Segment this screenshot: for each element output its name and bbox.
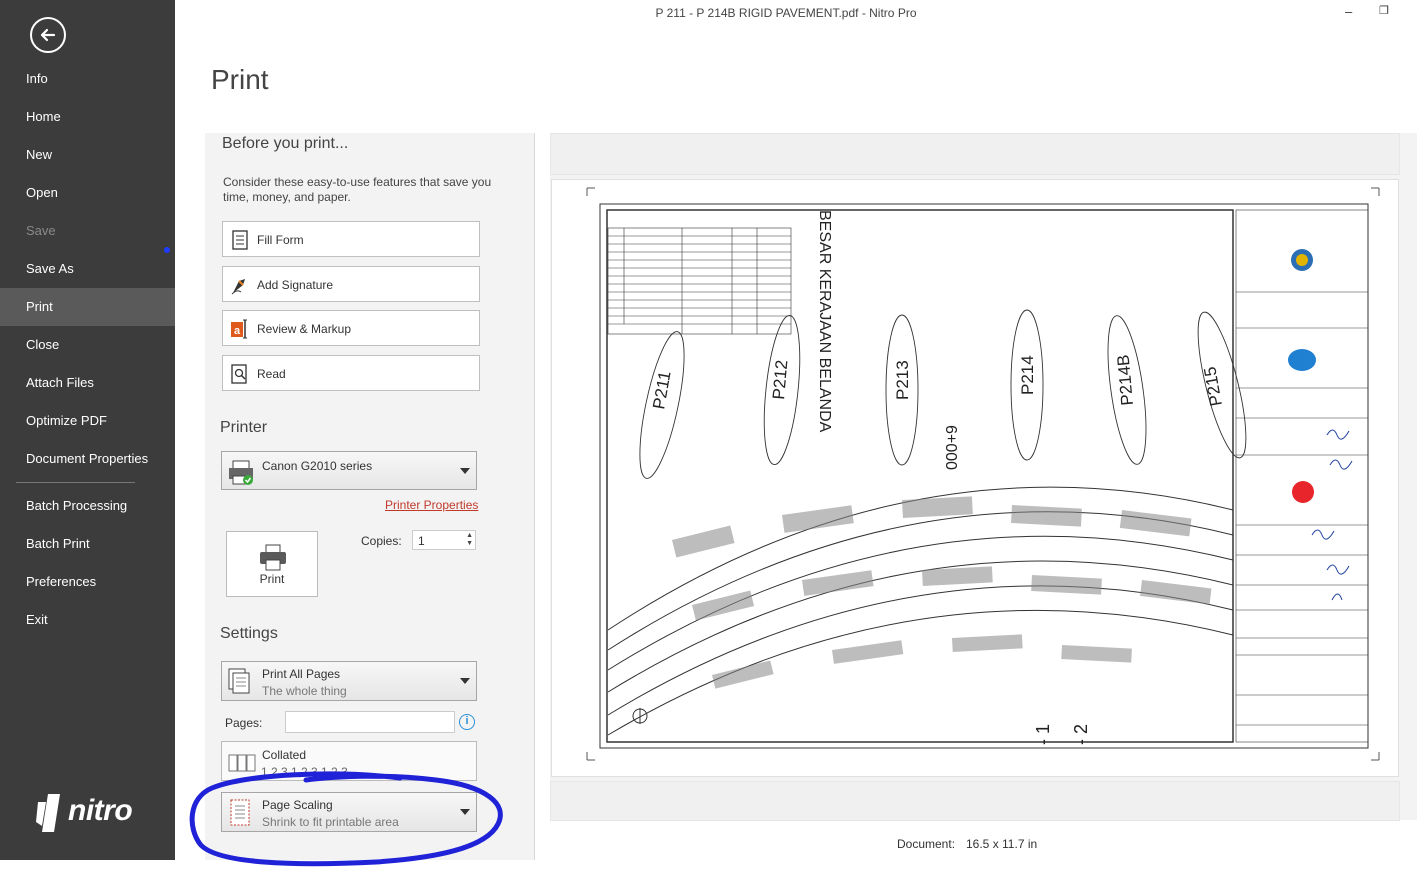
svg-text:P212: P212 [769,359,791,400]
print-button-label: Print [259,572,285,586]
page-title: Print [211,64,269,95]
menu-item-batch-print[interactable]: Batch Print [0,525,175,563]
svg-text:P214: P214 [1018,355,1037,395]
svg-text:BESAR KERAJAAN BELANDA: BESAR KERAJAAN BELANDA [816,210,833,433]
printer-select[interactable]: Canon G2010 series [221,451,477,490]
page-scaling-subtitle: Shrink to fit printable area [262,815,399,829]
preview-page[interactable]: P211 P212 P213 P214 P214B P215 BESAR KER… [551,179,1399,777]
menu-item-preferences[interactable]: Preferences [0,563,175,601]
menu-item-batch-processing[interactable]: Batch Processing [0,487,175,525]
print-preview-pane: P211 P212 P213 P214 P214B P215 BESAR KER… [550,133,1417,821]
printer-name: Canon G2010 series [262,459,373,473]
svg-text:P213: P213 [893,360,912,400]
minimize-button[interactable]: – [1345,4,1352,19]
chevron-down-icon [460,678,470,684]
menu-item-attach-files[interactable]: Attach Files [0,364,175,402]
menu-item-document-properties[interactable]: Document Properties [0,440,175,478]
back-arrow-icon[interactable] [30,17,66,53]
signature-pen-icon [231,279,245,295]
pages-input[interactable] [285,711,455,733]
review-markup-button[interactable]: a Review & Markup [222,310,480,346]
menu-item-new[interactable]: New [0,136,175,174]
read-label: Read [257,367,286,381]
page-scaling-title: Page Scaling [262,798,333,812]
read-icon [231,364,247,384]
nitro-logo-icon [36,794,60,832]
menu-item-open[interactable]: Open [0,174,175,212]
svg-text:- 1: - 1 [1033,724,1053,745]
window-title: P 211 - P 214B RIGID PAVEMENT.pdf - Nitr… [655,6,917,20]
print-range-title: Print All Pages [262,667,341,681]
read-button[interactable]: Read [222,355,480,391]
title-bar: P 211 - P 214B RIGID PAVEMENT.pdf - Nitr… [175,0,1417,28]
menu-item-save[interactable]: Save [0,212,175,250]
print-range-subtitle: The whole thing [262,684,347,698]
before-you-print-heading: Before you print... [222,135,349,152]
printer-heading: Printer [220,419,268,436]
add-signature-button[interactable]: Add Signature [222,266,480,302]
menu-item-info[interactable]: Info [0,60,175,98]
svg-text:000+9: 000+9 [944,425,961,470]
fill-form-label: Fill Form [257,233,304,247]
printer-icon [260,544,286,571]
print-options-pane: Before you print... Consider these easy-… [205,133,534,860]
print-button[interactable]: Print [226,531,318,597]
preview-toolbar-top [550,133,1400,175]
add-signature-label: Add Signature [257,278,334,292]
nitro-logo: nitro [36,792,146,834]
svg-text:- 2: - 2 [1071,724,1091,745]
collate-title: Collated [262,748,307,762]
document-size-value: 16.5 x 11.7 in [966,837,1038,851]
restore-button[interactable]: ❐ [1379,4,1389,17]
settings-heading: Settings [220,625,278,642]
pages-stack-icon [228,668,250,694]
backstage-menu: Info Home New Open Save Save As Print Cl… [0,60,175,639]
backstage-sidebar: Info Home New Open Save Save As Print Cl… [0,0,175,860]
page-scaling-icon [230,799,250,826]
page-scaling-select[interactable]: Page Scaling Shrink to fit printable are… [221,792,477,832]
copies-label: Copies: [361,534,402,548]
document-size-label: Document: [897,837,956,851]
svg-text:a: a [234,325,241,337]
menu-item-exit[interactable]: Exit [0,601,175,639]
collate-icon [228,754,256,772]
stepper-arrows-icon[interactable]: ▲ ▼ [466,532,473,548]
nitro-logo-text: nitro [68,794,133,827]
review-markup-label: Review & Markup [257,322,352,336]
fill-form-button[interactable]: Fill Form [222,221,480,257]
drawing-preview-image: P211 P212 P213 P214 P214B P215 BESAR KER… [586,187,1380,761]
printer-properties-link[interactable]: Printer Properties [385,498,478,512]
pages-label: Pages: [225,716,263,730]
printer-icon [229,460,253,485]
form-icon [232,230,248,250]
print-view: Print Before you print... Consider these… [175,28,1417,860]
chevron-down-icon [460,809,470,815]
menu-item-home[interactable]: Home [0,98,175,136]
copies-value: 1 [418,534,425,548]
pane-divider [534,133,535,860]
chevron-down-icon [460,467,470,474]
before-you-print-description: Consider these easy-to-use features that… [223,175,492,204]
menu-item-print[interactable]: Print [0,288,175,326]
menu-item-close[interactable]: Close [0,326,175,364]
menu-divider [16,482,135,483]
unsaved-indicator-dot [164,247,170,253]
menu-item-optimize-pdf[interactable]: Optimize PDF [0,402,175,440]
copies-stepper[interactable]: 1 ▲ ▼ [412,530,476,550]
markup-icon: a [231,319,247,339]
collate-select[interactable]: Collated 1,2,3 1,2,3 1,2,3 [221,741,477,781]
info-icon[interactable]: i [459,714,475,730]
collate-subtitle: 1,2,3 1,2,3 1,2,3 [261,765,348,779]
menu-item-save-as[interactable]: Save As [0,250,175,288]
preview-toolbar-bottom [550,781,1400,821]
print-range-select[interactable]: Print All Pages The whole thing [221,661,477,701]
